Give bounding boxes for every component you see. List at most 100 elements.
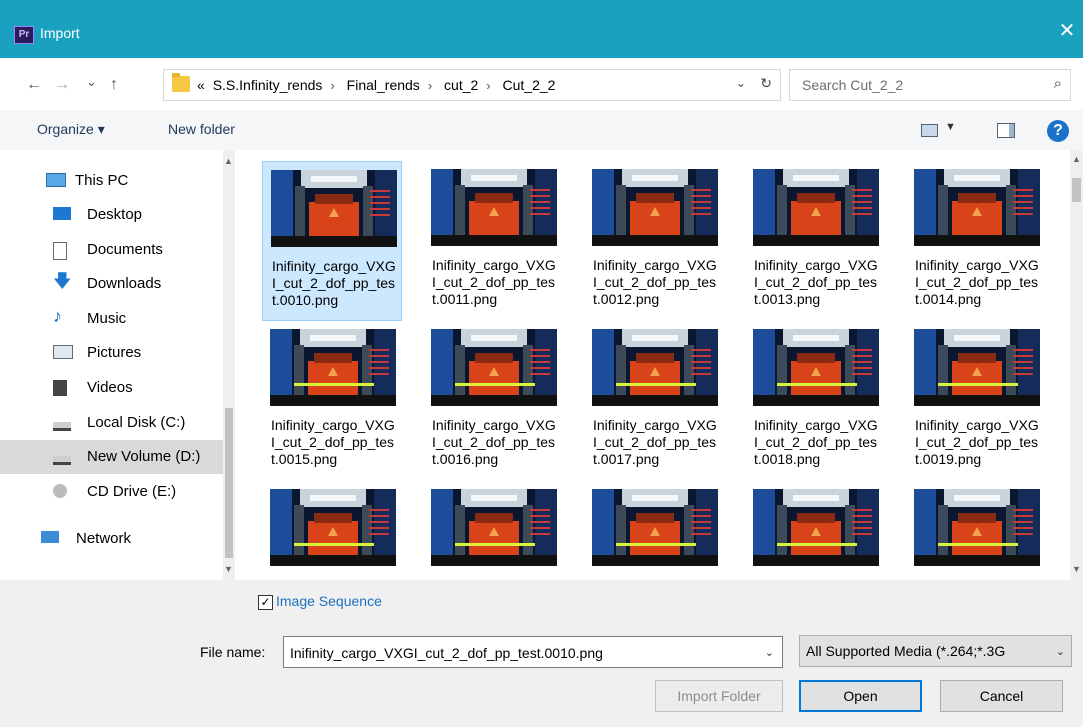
dialog-footer: ✓ Image Sequence File name: Inifinity_ca… bbox=[0, 580, 1083, 727]
file-name-value: Inifinity_cargo_VXGI_cut_2_dof_pp_test.0… bbox=[290, 645, 603, 661]
sidebar-item-downloads[interactable]: 🡇 Downloads bbox=[0, 267, 223, 301]
sidebar-item-label: Videos bbox=[87, 379, 133, 396]
recent-locations-icon[interactable]: ⌄ bbox=[86, 74, 97, 90]
file-tile[interactable]: Inifinity_cargo_V bbox=[745, 481, 885, 580]
import-folder-button[interactable]: Import Folder bbox=[655, 680, 783, 712]
sidebar-item-local-disk-c[interactable]: Local Disk (C:) bbox=[0, 406, 223, 440]
sidebar-item-label: New Volume (D:) bbox=[87, 448, 201, 465]
file-tile[interactable]: Inifinity_cargo_V bbox=[262, 481, 402, 580]
premiere-app-icon: Pr bbox=[14, 26, 34, 44]
file-tile[interactable]: Inifinity_cargo_VXGI_cut_2_dof_pp_test.0… bbox=[584, 161, 724, 321]
change-view-icon[interactable] bbox=[921, 124, 938, 137]
file-tile[interactable]: Inifinity_cargo_V bbox=[423, 481, 563, 580]
cancel-button[interactable]: Cancel bbox=[940, 680, 1063, 712]
scroll-down-icon[interactable]: ▼ bbox=[224, 564, 233, 574]
view-options-dropdown-icon[interactable]: ▼ bbox=[945, 121, 956, 133]
file-grid-scrollbar[interactable]: ▲ ▼ bbox=[1070, 150, 1083, 580]
forward-arrow-icon[interactable]: → bbox=[54, 76, 70, 94]
file-grid-scroll-thumb[interactable] bbox=[1072, 178, 1081, 202]
file-thumbnail bbox=[753, 489, 879, 566]
file-thumbnail bbox=[753, 329, 879, 406]
sidebar-item-new-volume-d[interactable]: New Volume (D:) bbox=[0, 440, 223, 474]
sidebar-item-desktop[interactable]: Desktop bbox=[0, 198, 223, 232]
sidebar-item-videos[interactable]: Videos bbox=[0, 371, 223, 405]
breadcrumb-separator[interactable]: › bbox=[428, 78, 432, 93]
breadcrumb-item[interactable]: Cut_2_2 bbox=[503, 77, 556, 93]
organize-button[interactable]: Organize ▾ bbox=[37, 121, 105, 138]
navigation-pane: This PC Desktop Documents 🡇 Downloads ♪ Music P… bbox=[0, 150, 235, 580]
breadcrumb-overflow[interactable]: « bbox=[197, 77, 205, 93]
thumbnail-image bbox=[914, 489, 1040, 566]
refresh-icon[interactable]: ↻ bbox=[760, 75, 772, 92]
breadcrumb-item[interactable]: Final_rends bbox=[347, 77, 420, 93]
sidebar-item-pictures[interactable]: Pictures bbox=[0, 336, 223, 370]
address-bar[interactable]: « S.S.Infinity_rends › Final_rends › cut_2… bbox=[163, 69, 781, 101]
chevron-down-icon[interactable]: ⌄ bbox=[765, 646, 774, 659]
breadcrumb-separator[interactable]: › bbox=[330, 78, 334, 93]
file-tile[interactable]: Inifinity_cargo_VXGI_cut_2_dof_pp_test.0… bbox=[262, 161, 402, 321]
scroll-down-icon[interactable]: ▼ bbox=[1072, 564, 1081, 574]
file-thumbnail bbox=[914, 169, 1040, 246]
sidebar-scrollbar[interactable]: ▲ ▼ bbox=[223, 150, 235, 580]
downloads-icon: 🡇 bbox=[53, 271, 72, 291]
scroll-up-icon[interactable]: ▲ bbox=[1072, 154, 1081, 164]
new-folder-button[interactable]: New folder bbox=[168, 121, 235, 137]
file-tile[interactable]: Inifinity_cargo_VXGI_cut_2_dof_pp_test.0… bbox=[423, 321, 563, 481]
file-thumbnail bbox=[592, 169, 718, 246]
file-thumbnail bbox=[431, 329, 557, 406]
address-dropdown-icon[interactable]: ⌄ bbox=[736, 76, 746, 90]
file-tile[interactable]: Inifinity_cargo_VXGI_cut_2_dof_pp_test.0… bbox=[906, 161, 1046, 321]
image-sequence-label[interactable]: Image Sequence bbox=[276, 593, 382, 609]
sidebar-item-network[interactable]: Network bbox=[0, 522, 223, 556]
documents-icon bbox=[53, 242, 67, 260]
videos-icon bbox=[53, 380, 67, 396]
chevron-down-icon[interactable]: ⌄ bbox=[1056, 645, 1065, 658]
back-arrow-icon[interactable]: ← bbox=[26, 76, 42, 94]
thumbnail-image bbox=[592, 169, 718, 246]
breadcrumb-item[interactable]: cut_2 bbox=[444, 77, 478, 93]
drive-icon bbox=[53, 422, 71, 431]
preview-pane-icon[interactable] bbox=[997, 123, 1015, 138]
pictures-icon bbox=[53, 345, 73, 359]
network-icon bbox=[41, 531, 59, 543]
file-name-label: Inifinity_cargo_VXGI_cut_2_dof_pp_test.0… bbox=[432, 257, 556, 307]
image-sequence-checkbox[interactable]: ✓ bbox=[258, 595, 273, 610]
file-name-field[interactable]: Inifinity_cargo_VXGI_cut_2_dof_pp_test.0… bbox=[283, 636, 783, 668]
file-tile[interactable]: Inifinity_cargo_V bbox=[906, 481, 1046, 580]
file-tile[interactable]: Inifinity_cargo_VXGI_cut_2_dof_pp_test.0… bbox=[584, 321, 724, 481]
window-title: Import bbox=[40, 25, 80, 41]
up-arrow-icon[interactable]: ↑ bbox=[110, 76, 118, 94]
file-tile[interactable]: Inifinity_cargo_VXGI_cut_2_dof_pp_test.0… bbox=[262, 321, 402, 481]
thumbnail-image bbox=[914, 329, 1040, 406]
close-icon[interactable]: ✕ bbox=[1057, 18, 1077, 44]
sidebar-item-label: Pictures bbox=[87, 344, 142, 361]
help-icon[interactable]: ? bbox=[1047, 120, 1069, 142]
file-tile[interactable]: Inifinity_cargo_VXGI_cut_2_dof_pp_test.0… bbox=[423, 161, 563, 321]
thumbnail-image bbox=[914, 169, 1040, 246]
file-name-label: Inifinity_cargo_VXGI_cut_2_dof_pp_test.0… bbox=[754, 257, 878, 307]
search-input[interactable]: Search Cut_2_2 ⌕ bbox=[789, 69, 1071, 101]
file-tile[interactable]: Inifinity_cargo_VXGI_cut_2_dof_pp_test.0… bbox=[745, 161, 885, 321]
file-tile[interactable]: Inifinity_cargo_VXGI_cut_2_dof_pp_test.0… bbox=[906, 321, 1046, 481]
file-name-label: Inifinity_cargo_VXGI_cut_2_dof_pp_test.0… bbox=[593, 417, 717, 467]
thumbnail-image bbox=[431, 329, 557, 406]
open-button[interactable]: Open bbox=[799, 680, 922, 712]
sidebar-scroll-thumb[interactable] bbox=[225, 408, 233, 558]
desktop-icon bbox=[53, 207, 71, 220]
file-tile[interactable]: Inifinity_cargo_V bbox=[584, 481, 724, 580]
sidebar-item-music[interactable]: ♪ Music bbox=[0, 302, 223, 336]
file-thumbnail bbox=[271, 170, 397, 247]
sidebar-item-this-pc[interactable]: This PC bbox=[0, 164, 223, 198]
search-placeholder: Search Cut_2_2 bbox=[802, 77, 904, 93]
scroll-up-icon[interactable]: ▲ bbox=[224, 156, 233, 166]
file-name-label: Inifinity_cargo_VXGI_cut_2_dof_pp_test.0… bbox=[432, 417, 556, 467]
file-tile[interactable]: Inifinity_cargo_VXGI_cut_2_dof_pp_test.0… bbox=[745, 321, 885, 481]
sidebar-item-documents[interactable]: Documents bbox=[0, 233, 223, 267]
breadcrumb-separator[interactable]: › bbox=[486, 78, 490, 93]
file-type-select[interactable]: All Supported Media (*.264;*.3G ⌄ bbox=[799, 635, 1072, 667]
breadcrumb-item[interactable]: S.S.Infinity_rends bbox=[213, 77, 323, 93]
file-thumbnail bbox=[592, 489, 718, 566]
drive-icon bbox=[53, 456, 71, 465]
search-icon[interactable]: ⌕ bbox=[1054, 75, 1062, 92]
sidebar-item-cd-drive-e[interactable]: CD Drive (E:) bbox=[0, 475, 223, 509]
